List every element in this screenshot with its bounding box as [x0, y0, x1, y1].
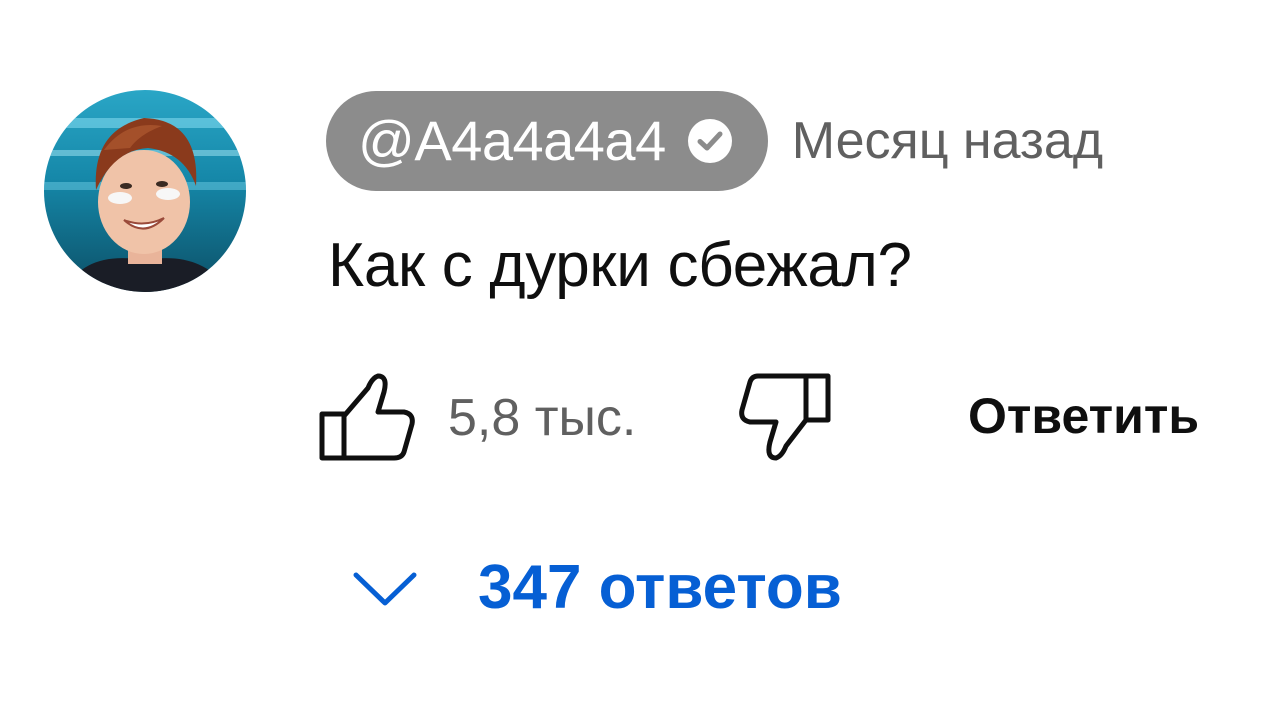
thumb-down-icon [739, 373, 831, 461]
like-count: 5,8 тыс. [448, 389, 637, 447]
like-button[interactable] [316, 368, 420, 466]
comment-header: @A4a4a4a4 Месяц назад [326, 91, 1103, 191]
author-name[interactable]: @A4a4a4a4 [358, 113, 666, 169]
comment-text: Как с дурки сбежал? [328, 231, 912, 300]
chevron-down-icon [350, 563, 420, 613]
replies-count-label[interactable]: 347 ответов [478, 557, 842, 619]
comment-thread: @A4a4a4a4 Месяц назад Как с дурки сбежал… [0, 0, 1280, 720]
comment-timestamp[interactable]: Месяц назад [792, 115, 1103, 167]
thumb-up-icon [319, 373, 415, 461]
dislike-button[interactable] [736, 370, 840, 468]
replies-toggle-button[interactable]: 347 ответов [350, 548, 842, 628]
verified-checkmark-icon [686, 117, 734, 165]
reply-button[interactable]: Ответить [968, 386, 1199, 446]
avatar[interactable] [44, 90, 246, 292]
author-chip[interactable]: @A4a4a4a4 [326, 91, 768, 191]
